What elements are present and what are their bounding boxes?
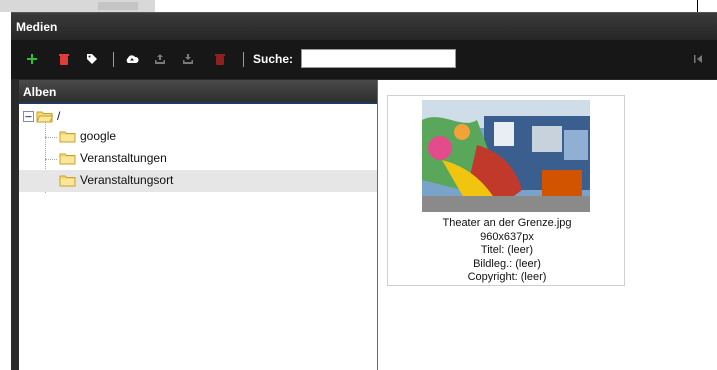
download-button[interactable] [181,52,195,66]
trash-icon [215,54,225,65]
trash-icon [59,54,69,65]
upload-button[interactable] [153,52,167,66]
upload-icon [155,54,165,64]
tree-item-label: / [57,109,61,123]
media-info: Theater an der Grenze.jpg 960x637px Tite… [388,217,626,285]
folder-icon [59,175,76,187]
toolbar-separator [113,52,114,67]
media-caption: Bildleg.: (leer) [473,257,541,270]
media-filename: Theater an der Grenze.jpg [442,217,572,229]
window-title: Medien [16,20,58,34]
media-title: Titel: (leer) [480,244,534,256]
cloud-upload-icon [126,55,139,63]
toolbar-separator [243,52,244,67]
delete-button[interactable] [57,52,71,66]
albums-header-label: Alben [23,85,57,99]
tree-item-veranstaltungen[interactable]: Veranstaltungen [19,148,377,170]
top-tab-stub [98,2,138,10]
cloud-upload-button[interactable] [125,52,139,66]
albums-panel: Alben / google Veranstaltungen Veranstal… [19,80,378,370]
folder-icon [59,153,76,165]
first-page-button[interactable] [691,52,705,66]
top-left-area [0,0,155,12]
albums-header: Alben [19,80,377,104]
open-folder-icon [36,111,53,123]
tag-icon [87,54,97,64]
media-copyright: Copyright: (leer) [467,271,547,283]
tree-item-label: google [80,129,117,143]
tree-item-veranstaltungsort[interactable]: Veranstaltungsort [19,170,377,192]
first-page-icon [694,55,702,63]
media-grid: Theater an der Grenze.jpg 960x637px Tite… [378,80,717,370]
tree-item-google[interactable]: google [19,126,377,148]
top-strip [0,0,717,13]
search-label: Suche: [253,52,294,66]
tree-item-label: Veranstaltungen [80,151,167,165]
delete-album-button[interactable] [213,52,227,66]
tree-item-root[interactable]: / [19,106,377,128]
collapse-toggle-icon[interactable] [23,111,34,122]
tree-item-label: Veranstaltungsort [80,173,174,187]
media-item[interactable]: Theater an der Grenze.jpg 960x637px Tite… [387,95,625,286]
add-button[interactable] [25,52,39,66]
window-titlebar: Medien [11,12,717,40]
media-toolbar: Suche: [11,40,717,79]
search-input[interactable] [301,49,456,68]
download-icon [183,54,193,64]
folder-icon [59,131,76,143]
add-icon [27,54,37,64]
media-dimensions: 960x637px [480,230,534,243]
media-thumbnail[interactable] [422,100,590,212]
media-window: Medien Suche: Alben / google Veranstaltu… [11,12,717,370]
edit-tag-button[interactable] [85,52,99,66]
